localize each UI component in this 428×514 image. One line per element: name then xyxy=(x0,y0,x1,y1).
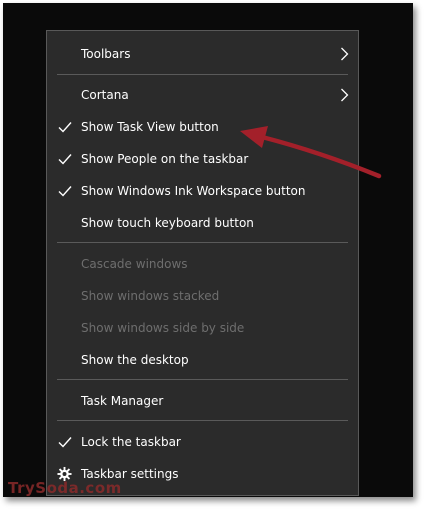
watermark-text: TrySoda.com xyxy=(8,479,122,497)
menu-item-label: Cascade windows xyxy=(81,257,188,271)
menu-item-show-windows-side-by-side: Show windows side by side xyxy=(47,313,358,343)
menu-item-show-desktop[interactable]: Show the desktop xyxy=(47,345,358,375)
checkmark-icon xyxy=(58,186,72,197)
checkmark-icon xyxy=(58,154,72,165)
menu-item-toolbars[interactable]: Toolbars xyxy=(47,39,358,69)
menu-item-label: Toolbars xyxy=(81,47,131,61)
menu-separator xyxy=(57,420,348,421)
menu-separator xyxy=(57,74,348,75)
menu-item-label: Lock the taskbar xyxy=(81,435,181,449)
checkmark-icon xyxy=(58,437,72,448)
menu-item-label: Show touch keyboard button xyxy=(81,216,254,230)
menu-item-show-people[interactable]: Show People on the taskbar xyxy=(47,144,358,174)
menu-item-label: Show the desktop xyxy=(81,353,189,367)
menu-item-label: Show People on the taskbar xyxy=(81,152,249,166)
menu-item-show-touch-keyboard[interactable]: Show touch keyboard button xyxy=(47,208,358,238)
menu-item-label: Show windows side by side xyxy=(81,321,245,335)
menu-item-cascade-windows: Cascade windows xyxy=(47,249,358,279)
chevron-right-icon xyxy=(341,47,349,61)
menu-item-label: Show windows stacked xyxy=(81,289,220,303)
chevron-right-icon xyxy=(341,88,349,102)
checkmark-icon xyxy=(58,122,72,133)
menu-item-show-windows-ink[interactable]: Show Windows Ink Workspace button xyxy=(47,176,358,206)
menu-item-label: Show Task View button xyxy=(81,120,219,134)
menu-item-cortana[interactable]: Cortana xyxy=(47,80,358,110)
menu-item-show-windows-stacked: Show windows stacked xyxy=(47,281,358,311)
menu-item-label: Cortana xyxy=(81,88,129,102)
menu-item-show-task-view-button[interactable]: Show Task View button xyxy=(47,112,358,142)
menu-item-lock-taskbar[interactable]: Lock the taskbar xyxy=(47,427,358,457)
menu-item-label: Show Windows Ink Workspace button xyxy=(81,184,306,198)
menu-separator xyxy=(57,379,348,380)
menu-item-label: Task Manager xyxy=(81,394,164,408)
menu-separator xyxy=(57,242,348,243)
taskbar-context-menu: Toolbars Cortana Show Task View button S… xyxy=(46,30,359,496)
menu-item-task-manager[interactable]: Task Manager xyxy=(47,386,358,416)
